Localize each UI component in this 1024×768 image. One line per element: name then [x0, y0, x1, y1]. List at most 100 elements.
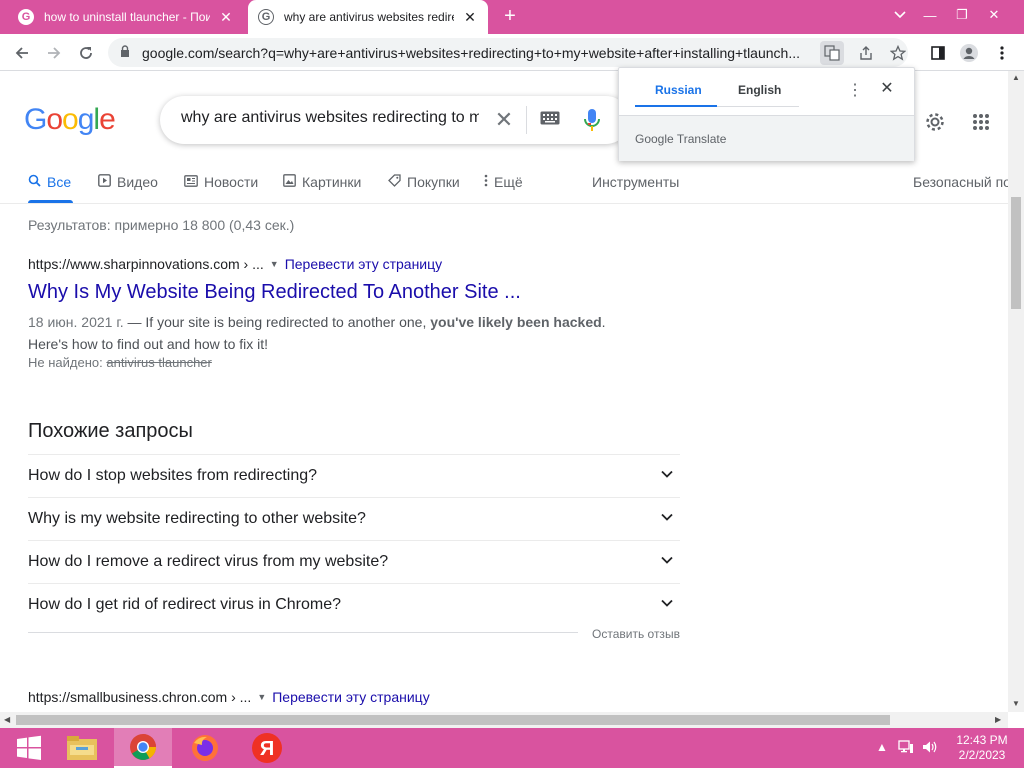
tab-more[interactable]: Ещё — [484, 172, 523, 192]
logo-letter: o — [46, 103, 63, 136]
missing-label: Не найдено: — [28, 355, 107, 370]
snippet-end: . — [601, 314, 606, 330]
newspaper-icon — [184, 174, 198, 190]
search-nav-tabs: Все Видео Новости Картинки Покупки Ещё И… — [0, 164, 1008, 204]
search-divider — [526, 106, 527, 134]
url-text[interactable]: google.com/search?q=why+are+antivirus+we… — [142, 45, 812, 61]
new-tab-button[interactable]: + — [498, 4, 522, 28]
tab-shopping-label: Покупки — [407, 174, 460, 190]
tab-uninstall-tlauncher[interactable]: G how to uninstall tlauncher - Поис ✕ — [8, 0, 244, 34]
logo-letter: o — [62, 103, 79, 136]
translate-page-link[interactable]: ▼ Перевести эту страницу — [257, 689, 429, 705]
reload-icon[interactable] — [72, 39, 100, 67]
network-icon[interactable] — [898, 740, 914, 757]
translate-icon[interactable] — [820, 41, 844, 65]
minimize-button[interactable]: — — [912, 0, 948, 30]
scrollbar-thumb[interactable] — [1011, 197, 1021, 309]
related-question[interactable]: How do I remove a redirect virus from my… — [28, 540, 680, 583]
tab-news[interactable]: Новости — [184, 172, 258, 192]
result-1-cite: https://www.sharpinnovations.com › ... ▼… — [28, 256, 442, 272]
address-bar[interactable]: google.com/search?q=why+are+antivirus+we… — [108, 38, 908, 67]
language-divider — [717, 106, 799, 107]
more-vert-icon[interactable]: ⋮ — [847, 80, 863, 100]
tab-antivirus-redirect[interactable]: G why are antivirus websites redire ✕ — [248, 0, 488, 34]
result-1-title[interactable]: Why Is My Website Being Redirected To An… — [28, 281, 521, 304]
bookmark-star-icon[interactable] — [886, 41, 910, 65]
chevron-down-icon — [661, 599, 673, 607]
tools-button[interactable]: Инструменты — [592, 172, 679, 192]
scroll-left-arrow-icon[interactable]: ◀ — [4, 715, 10, 724]
related-searches-title: Похожие запросы — [28, 420, 193, 442]
yandex-browser-icon[interactable]: Я — [238, 728, 296, 768]
tab-all-label: Все — [47, 174, 72, 190]
snippet-bold: you've likely been hacked — [430, 314, 602, 330]
tab-images[interactable]: Картинки — [283, 172, 361, 192]
dropdown-triangle-icon: ▼ — [257, 692, 267, 702]
clear-search-icon[interactable]: ✕ — [490, 106, 518, 134]
tab-video[interactable]: Видео — [98, 172, 158, 192]
image-icon — [283, 174, 296, 190]
scroll-up-arrow-icon[interactable]: ▲ — [1012, 73, 1020, 82]
microphone-icon[interactable] — [580, 107, 604, 133]
file-explorer-icon[interactable] — [53, 728, 111, 768]
chevron-down-icon — [661, 556, 673, 564]
result-url[interactable]: https://smallbusiness.chron.com › ... — [28, 689, 251, 705]
result-2-cite: https://smallbusiness.chron.com › ... ▼ … — [28, 689, 430, 705]
close-icon[interactable]: ✕ — [218, 9, 234, 26]
tab-shopping[interactable]: Покупки — [388, 172, 460, 192]
logo-letter: e — [99, 103, 116, 136]
result-url[interactable]: https://www.sharpinnovations.com › ... — [28, 256, 264, 272]
close-icon[interactable]: ✕ — [462, 9, 478, 26]
scrollbar-thumb[interactable] — [16, 715, 890, 725]
tab-title: how to uninstall tlauncher - Поис — [44, 10, 210, 24]
search-box[interactable]: why are antivirus websites redirecting t… — [160, 96, 630, 144]
google-logo[interactable]: Google — [24, 103, 116, 137]
close-icon[interactable]: ✕ — [877, 78, 897, 98]
language-tab-russian[interactable]: Russian — [655, 83, 702, 97]
vertical-scrollbar[interactable]: ▲ ▼ — [1008, 71, 1024, 712]
translate-popup: Russian English ⋮ ✕ Google Translate — [618, 67, 915, 161]
snippet-text: — If your site is being redirected to an… — [123, 314, 431, 330]
related-question[interactable]: How do I stop websites from redirecting? — [28, 454, 680, 497]
forward-arrow-icon[interactable] — [40, 39, 68, 67]
show-hidden-icons-chevron-icon[interactable]: ▲ — [876, 740, 888, 754]
search-icon — [28, 174, 41, 190]
translate-page-link[interactable]: ▼ Перевести эту страницу — [270, 256, 442, 272]
logo-letter: g — [77, 103, 95, 136]
back-arrow-icon[interactable] — [8, 39, 36, 67]
feedback-link[interactable]: Оставить отзыв — [592, 627, 680, 641]
scroll-right-arrow-icon[interactable]: ▶ — [995, 715, 1001, 724]
chrome-menu-icon[interactable] — [988, 39, 1016, 67]
safe-search-button[interactable]: Безопасный поиск — [913, 172, 1008, 192]
settings-gear-icon[interactable] — [921, 108, 949, 136]
side-panel-icon[interactable] — [924, 39, 952, 67]
tab-all[interactable]: Все — [28, 172, 71, 192]
related-question-text: How do I get rid of redirect virus in Ch… — [28, 596, 342, 613]
horizontal-scrollbar[interactable]: ◀ ▶ — [0, 712, 1008, 728]
result-1-snippet: 18 июн. 2021 г. — If your site is being … — [28, 311, 628, 355]
clock-time: 12:43 PM — [956, 733, 1008, 747]
google-apps-grid-icon[interactable] — [967, 108, 995, 136]
profile-avatar-icon[interactable] — [955, 39, 983, 67]
close-window-button[interactable]: ✕ — [976, 0, 1012, 30]
search-input[interactable]: why are antivirus websites redirecting t… — [181, 109, 479, 127]
browser-toolbar: google.com/search?q=why+are+antivirus+we… — [0, 34, 1024, 71]
share-icon[interactable] — [854, 41, 878, 65]
windows-taskbar: Я ▲ 12:43 PM 2/2/2023 — [0, 728, 1024, 768]
chevron-down-icon — [661, 513, 673, 521]
restore-button[interactable]: ❐ — [944, 0, 980, 30]
lock-icon[interactable] — [120, 45, 134, 60]
related-question[interactable]: How do I get rid of redirect virus in Ch… — [28, 583, 680, 626]
windows-start-icon[interactable] — [0, 728, 58, 768]
chrome-taskbar-icon[interactable] — [114, 728, 172, 768]
related-question[interactable]: Why is my website redirecting to other w… — [28, 497, 680, 540]
keyboard-icon[interactable] — [538, 108, 562, 132]
language-tab-english[interactable]: English — [738, 83, 781, 97]
system-clock[interactable]: 12:43 PM 2/2/2023 — [952, 733, 1012, 763]
result-date: 18 июн. 2021 г. — [28, 314, 124, 330]
scroll-down-arrow-icon[interactable]: ▼ — [1012, 699, 1020, 708]
active-tab-indicator — [28, 200, 73, 203]
google-favicon-icon: G — [18, 9, 34, 25]
volume-icon[interactable] — [922, 740, 938, 757]
firefox-icon[interactable] — [176, 728, 234, 768]
